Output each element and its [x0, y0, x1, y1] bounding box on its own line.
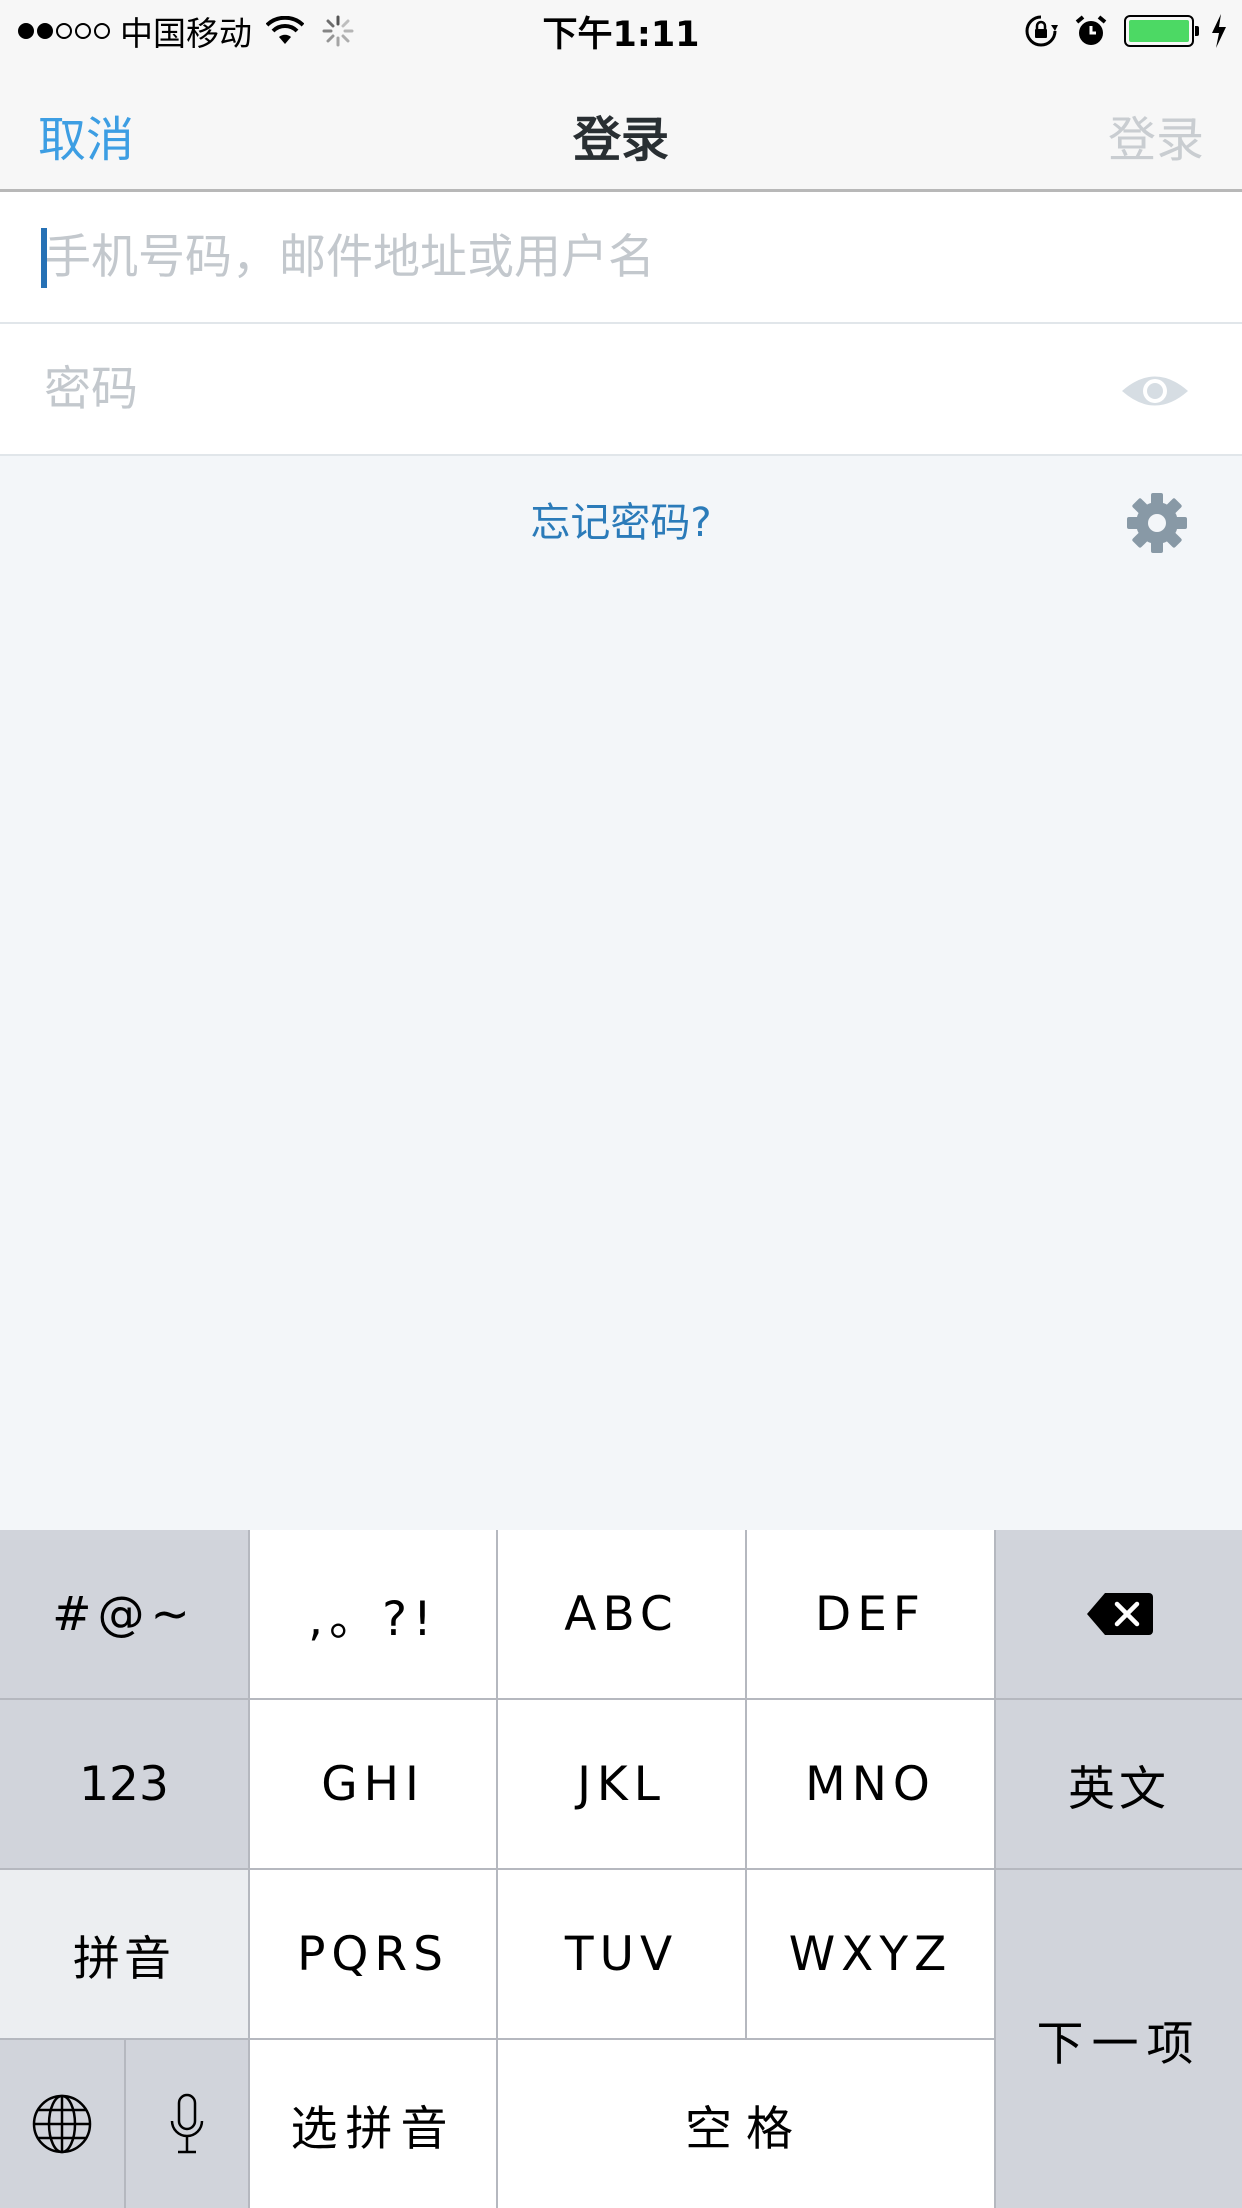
password-input[interactable]: [42, 324, 1092, 454]
key-symbols[interactable]: #@~: [0, 1530, 250, 1700]
key-wxyz[interactable]: WXYZ: [747, 1870, 996, 2040]
key-ghi[interactable]: GHI: [250, 1700, 498, 1870]
alarm-icon: [1075, 15, 1107, 45]
key-jkl[interactable]: JKL: [498, 1700, 747, 1870]
microphone-icon: [170, 2093, 204, 2154]
backspace-icon: [1087, 1593, 1153, 1635]
forgot-password-link[interactable]: 忘记密码?: [0, 490, 1242, 548]
key-abc[interactable]: ABC: [498, 1530, 747, 1700]
battery-icon: [1124, 15, 1199, 47]
page-title: 登录: [572, 112, 669, 168]
key-globe[interactable]: [0, 2040, 126, 2208]
globe-icon: [32, 2094, 92, 2154]
navigation-bar: 取消 登录 登录: [0, 62, 1242, 192]
keyboard: #@~ ,。?! ABC DEF 123 GHI JKL MNO 英文 拼音 P…: [0, 1530, 1242, 2208]
gear-icon[interactable]: [1126, 492, 1188, 554]
status-bar: 中国移动 下午1:11: [0, 0, 1242, 62]
status-bar-right: [1024, 10, 1228, 52]
key-def[interactable]: DEF: [747, 1530, 996, 1700]
key-mno[interactable]: MNO: [747, 1700, 996, 1870]
key-pinyin[interactable]: 拼音: [0, 1870, 250, 2040]
key-english[interactable]: 英文: [996, 1700, 1242, 1870]
username-field-row: [0, 192, 1242, 324]
login-button[interactable]: 登录: [1108, 100, 1204, 170]
battery-level: [1129, 20, 1189, 42]
key-next[interactable]: 下一项: [996, 1870, 1242, 2208]
backspace-key[interactable]: [996, 1530, 1242, 1700]
rotation-lock-icon: [1025, 15, 1058, 47]
text-cursor: [41, 228, 47, 288]
eye-icon[interactable]: [1120, 370, 1190, 412]
key-numbers[interactable]: 123: [0, 1700, 250, 1870]
password-field-row: [0, 324, 1242, 456]
key-tuv[interactable]: TUV: [498, 1870, 747, 2040]
username-input[interactable]: [42, 192, 1092, 322]
charging-icon: [1212, 14, 1226, 48]
key-punctuation[interactable]: ,。?!: [250, 1530, 498, 1700]
key-space[interactable]: 空格: [498, 2040, 996, 2208]
key-microphone[interactable]: [126, 2040, 250, 2208]
key-select-pinyin[interactable]: 选拼音: [250, 2040, 498, 2208]
key-pqrs[interactable]: PQRS: [250, 1870, 498, 2040]
